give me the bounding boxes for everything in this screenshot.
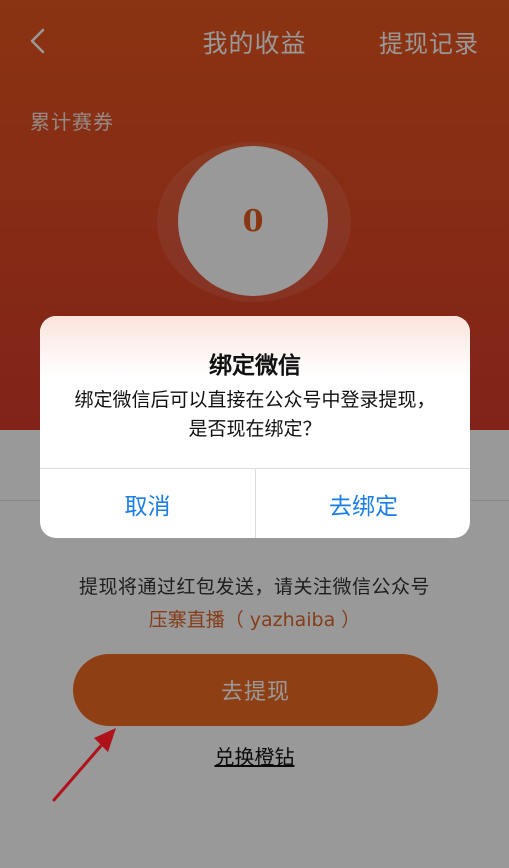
bind-wechat-button[interactable]: 去绑定 <box>256 469 470 538</box>
cancel-button[interactable]: 取消 <box>40 469 255 538</box>
annotation-arrow-icon <box>52 728 116 802</box>
dialog-message: 绑定微信后可以直接在公众号中登录提现，是否现在绑定？ <box>74 389 436 440</box>
dialog-title: 绑定微信 <box>209 353 301 379</box>
bind-wechat-dialog: 绑定微信 绑定微信后可以直接在公众号中登录提现，是否现在绑定？ 取消 去绑定 <box>40 316 470 538</box>
